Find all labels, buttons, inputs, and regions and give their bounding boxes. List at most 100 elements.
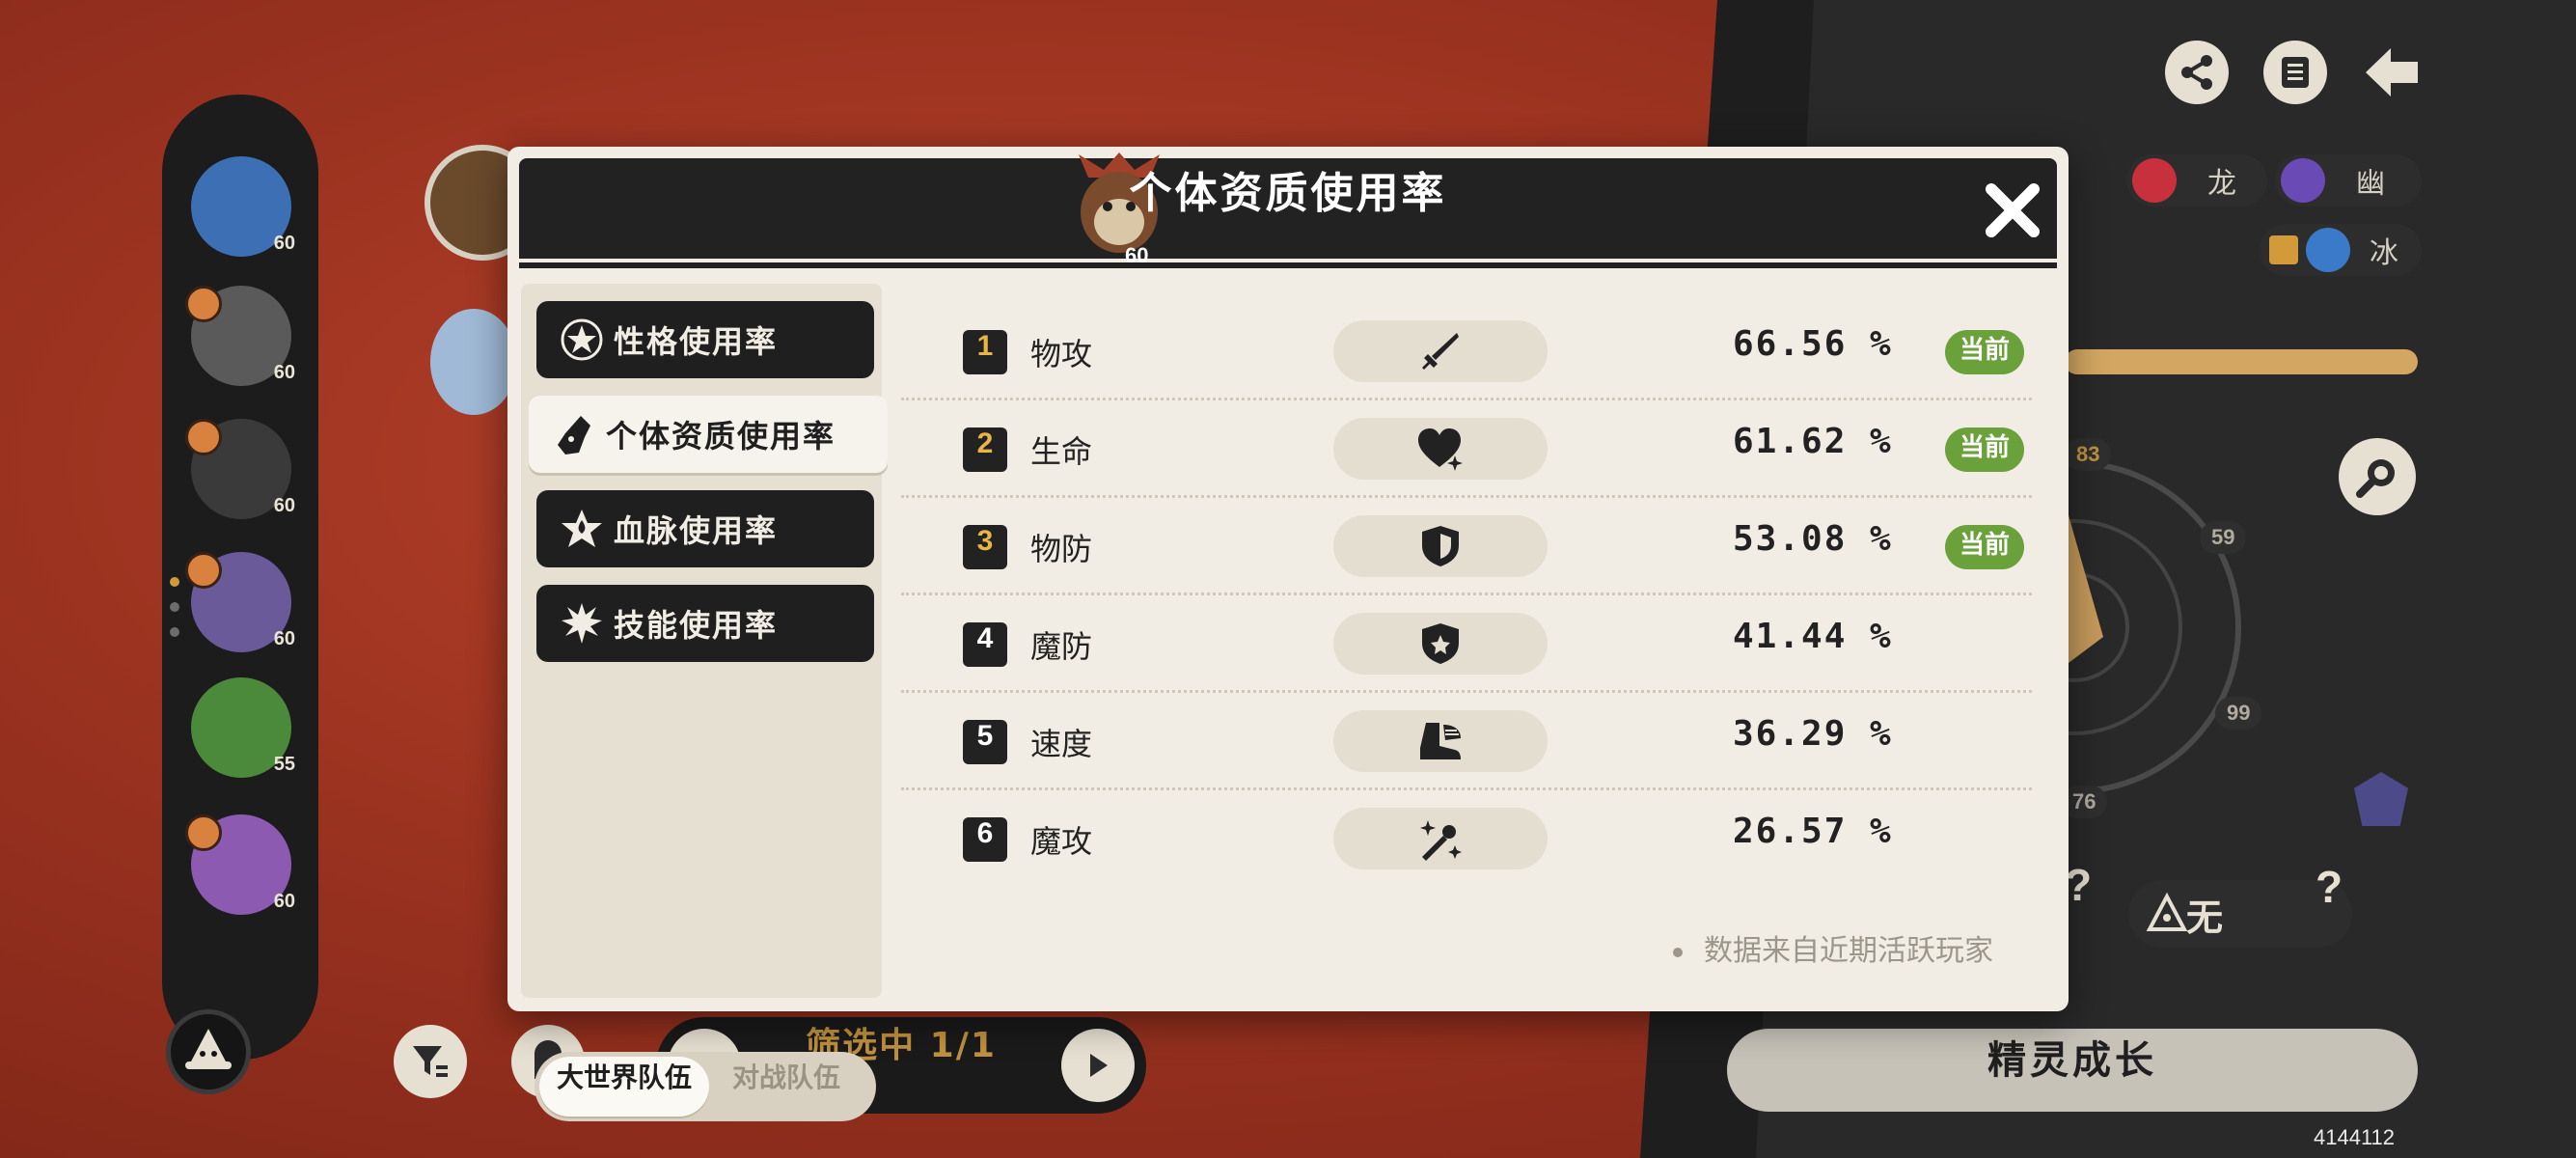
monster-level: 55 [273, 754, 295, 775]
back-button[interactable] [2360, 41, 2424, 104]
rank-badge: 6 [963, 817, 1007, 862]
roster-panel: 60 60 60 60 55 60 [162, 95, 318, 1060]
stat-row: 1 物攻 66.56 % 当前 [901, 303, 2032, 400]
stat-icon-pill [1333, 515, 1548, 577]
roster-monster[interactable]: 60 [185, 286, 295, 386]
rank-badge: 1 [963, 330, 1007, 374]
filter-button[interactable] [394, 1025, 467, 1098]
share-icon [2181, 55, 2212, 90]
dragon-type-icon [2132, 158, 2177, 203]
stat-row: 5 速度 36.29 % [901, 693, 2032, 790]
blood-star-icon [558, 505, 606, 553]
next-page-button[interactable] [1061, 1029, 1135, 1102]
modal-header: 60 个体资质使用率 [519, 152, 2057, 267]
stat-name: 物防 [1030, 531, 1093, 567]
header-divider [519, 262, 2057, 268]
spirit-growth-button[interactable]: 精灵成长 [1727, 1029, 2418, 1112]
filter-icon [413, 1046, 448, 1077]
monster-level: 60 [273, 891, 295, 912]
radar-value-top: 83 [2065, 438, 2112, 471]
menu-skill-rate[interactable]: 技能使用率 [536, 585, 874, 662]
close-icon [1986, 183, 2040, 237]
arrow-right-icon [1090, 1054, 1108, 1077]
sword-icon [1422, 333, 1459, 370]
magic-shield-icon [1422, 623, 1459, 664]
question-icon: ? [2316, 862, 2343, 912]
team-toggle: 大世界队伍 对战队伍 [534, 1052, 876, 1121]
monster-head-icon [550, 410, 598, 458]
menu-bloodline-rate[interactable]: 血脉使用率 [536, 490, 874, 567]
menu-label: 个体资质使用率 [606, 418, 836, 455]
player-uid: 4144112 [2314, 1125, 2396, 1149]
menu-label: 技能使用率 [614, 607, 779, 644]
roster-monster[interactable]: 60 [191, 156, 295, 257]
badge-icon [185, 814, 222, 851]
usage-rate-modal: 60 个体资质使用率 性格使用率 个体资质使用率 血脉使用率 技能使用率 大世界… [507, 147, 2069, 1121]
stat-icon-pill [1333, 808, 1548, 869]
roster-monster[interactable]: 60 [185, 419, 295, 519]
current-tag: 当前 [1945, 525, 2024, 569]
heart-icon [1418, 428, 1463, 471]
usage-percent: 61.62 % [1733, 422, 1893, 461]
roster-page-dots [170, 577, 179, 652]
ice-type-icon [2306, 228, 2350, 272]
usage-percent: 41.44 % [1733, 617, 1893, 656]
battle-team-option[interactable]: 对战队伍 [701, 1057, 871, 1117]
skill-burst-icon [558, 599, 606, 648]
wizard-hat-icon [185, 1029, 232, 1069]
badge-icon [185, 552, 222, 589]
question-icon: ? [2065, 860, 2093, 910]
inspect-button[interactable] [2339, 438, 2416, 515]
badge-icon [185, 286, 222, 322]
shield-icon [1422, 526, 1459, 566]
roster-monster[interactable]: 60 [185, 552, 295, 652]
data-source-note: 数据来自近期活跃玩家 [1673, 926, 1993, 969]
star-badge-icon [558, 316, 606, 364]
monster-level: 60 [273, 495, 295, 516]
current-tag: 当前 [1945, 330, 2024, 374]
menu-label: 血脉使用率 [614, 512, 779, 549]
rank-badge: 2 [963, 427, 1007, 472]
stat-progress-strip [2065, 349, 2418, 374]
menu-iv-rate[interactable]: 个体资质使用率 [529, 396, 888, 473]
stat-name: 物攻 [1030, 336, 1093, 372]
badge-icon [185, 419, 222, 455]
stat-icon-pill [1333, 613, 1548, 675]
type-label: 幽 [2356, 167, 2385, 201]
stat-name: 魔防 [1030, 628, 1093, 665]
list-button[interactable] [2263, 41, 2327, 104]
back-arrow-icon [2366, 48, 2418, 96]
stat-icon-pill [1333, 710, 1548, 772]
world-team-option[interactable]: 大世界队伍 [539, 1057, 709, 1117]
stat-row: 2 生命 61.62 % 当前 [901, 400, 2032, 498]
footnote-text: 数据来自近期活跃玩家 [1704, 934, 1993, 968]
roster-monster[interactable]: 55 [191, 677, 295, 778]
bg-monster-portrait [430, 309, 517, 415]
menu-nature-rate[interactable]: 性格使用率 [536, 301, 874, 378]
menu-label: 性格使用率 [614, 323, 779, 360]
stat-row: 3 物防 53.08 % 当前 [901, 498, 2032, 595]
monster-level: 60 [273, 362, 295, 383]
type-chip-ice: 冰 [2260, 224, 2422, 276]
close-button[interactable] [1984, 181, 2042, 239]
stat-name: 魔攻 [1030, 823, 1093, 860]
wing-icon [2269, 235, 2298, 264]
stat-icon-pill [1333, 320, 1548, 382]
usage-percent: 36.29 % [1733, 714, 1893, 754]
usage-percent: 66.56 % [1733, 324, 1893, 364]
monster-level: 60 [273, 233, 295, 254]
current-tag: 当前 [1945, 427, 2024, 472]
roster-monster[interactable]: 60 [185, 814, 295, 915]
type-label: 龙 [2207, 167, 2236, 201]
trainer-avatar-button[interactable] [166, 1009, 251, 1094]
rank-badge: 3 [963, 525, 1007, 569]
stat-row: 6 魔攻 26.57 % [901, 790, 2032, 888]
share-button[interactable] [2165, 41, 2229, 104]
stat-row: 4 魔防 41.44 % [901, 595, 2032, 693]
category-menu: 性格使用率 个体资质使用率 血脉使用率 技能使用率 大世界队伍 对战队伍 [521, 284, 888, 1121]
stat-name: 生命 [1030, 433, 1093, 470]
list-icon [2282, 57, 2309, 88]
radar-value-defense: 99 [2215, 697, 2262, 730]
type-chip-ghost: 幽 [2275, 154, 2422, 207]
usage-percent: 53.08 % [1733, 519, 1893, 559]
